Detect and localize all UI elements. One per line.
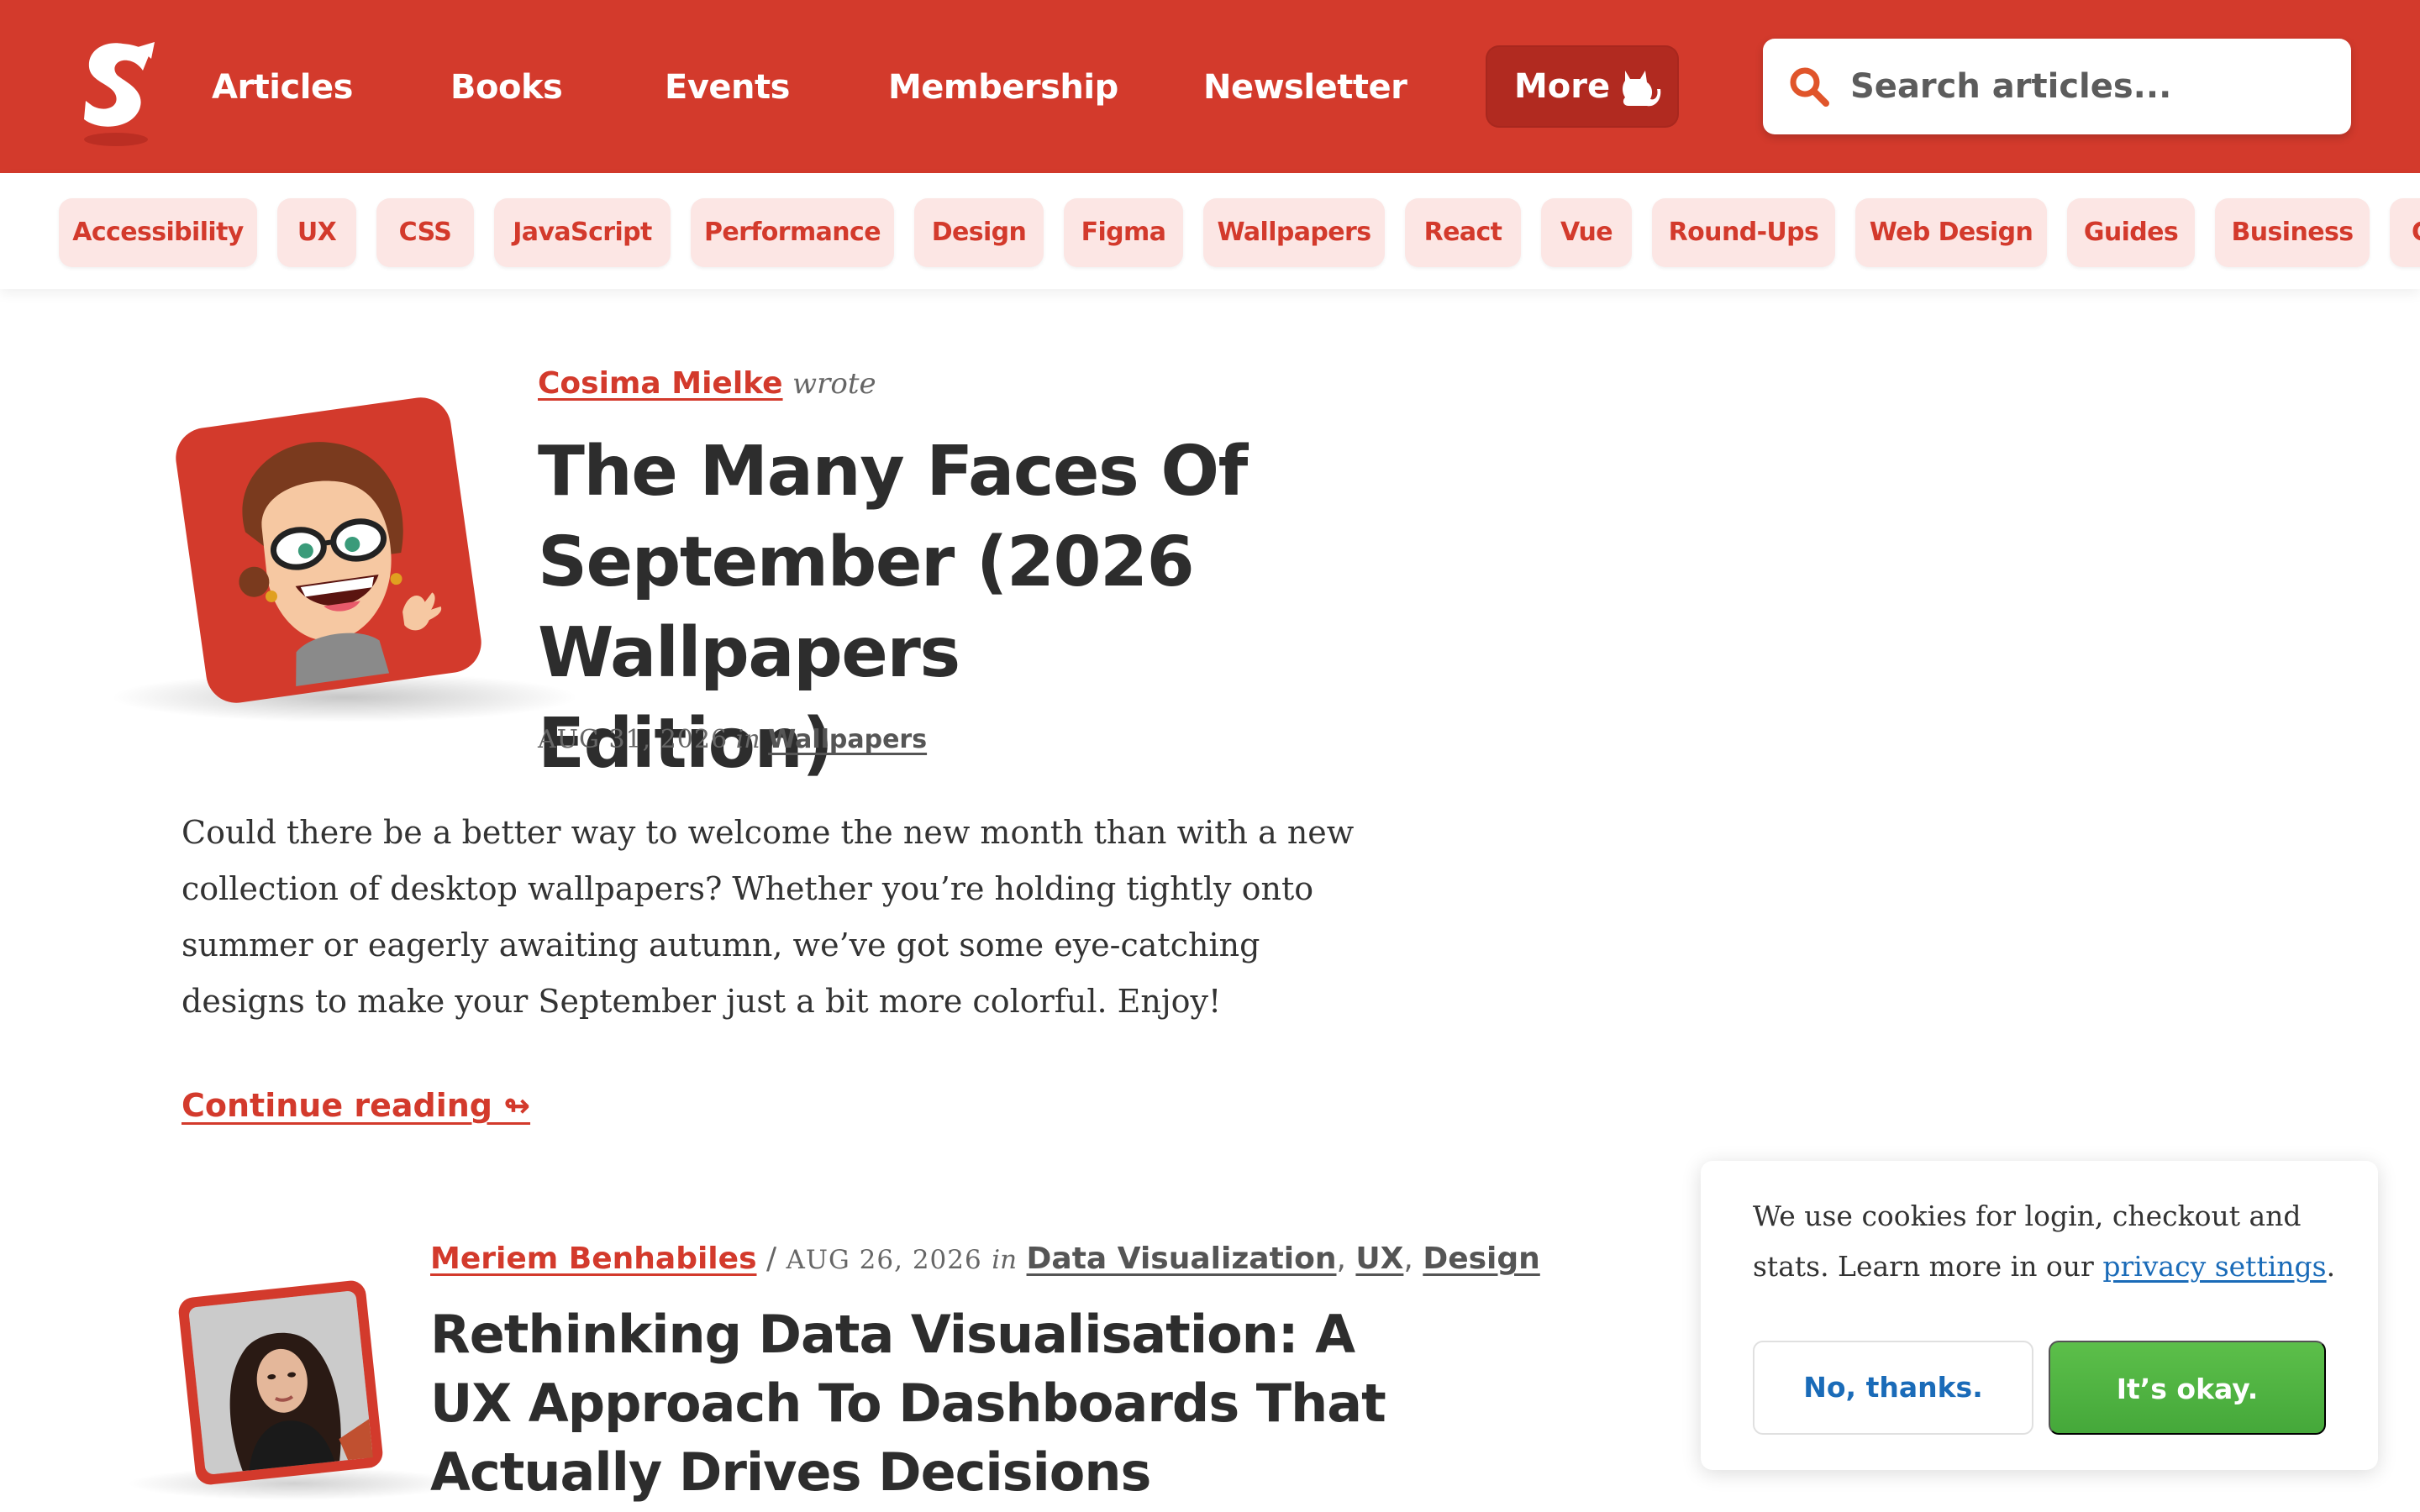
nav-newsletter[interactable]: Newsletter bbox=[1203, 60, 1407, 114]
tag-guides[interactable]: Guides bbox=[2067, 198, 2195, 267]
search-input[interactable] bbox=[1850, 57, 2329, 116]
tag-career[interactable]: Career bbox=[2390, 198, 2420, 267]
byline-separator: / bbox=[765, 1242, 777, 1276]
tag-web-design[interactable]: Web Design bbox=[1855, 198, 2047, 267]
search-box[interactable] bbox=[1763, 39, 2351, 134]
cookie-text-end: . bbox=[2326, 1250, 2336, 1283]
article-date: AUG 31, 2026 bbox=[538, 725, 729, 754]
nav-events[interactable]: Events bbox=[665, 60, 790, 114]
cookie-consent-banner: We use cookies for login, checkout and s… bbox=[1701, 1161, 2378, 1470]
search-icon bbox=[1790, 67, 1829, 107]
decline-cookies-button[interactable]: No, thanks. bbox=[1753, 1341, 2033, 1435]
author-link[interactable]: Cosima Mielke bbox=[538, 366, 783, 401]
tag-business[interactable]: Business bbox=[2215, 198, 2370, 267]
wrote-label: wrote bbox=[792, 367, 876, 401]
author-avatar[interactable] bbox=[173, 395, 484, 706]
category-link-data-visualization[interactable]: Data Visualization bbox=[1027, 1242, 1337, 1276]
nav-books[interactable]: Books bbox=[450, 60, 563, 114]
category-link-ux[interactable]: UX bbox=[1355, 1242, 1403, 1276]
nav-articles[interactable]: Articles bbox=[212, 60, 353, 114]
tag-design[interactable]: Design bbox=[914, 198, 1044, 267]
article-meta: AUG 31, 2026 in Wallpapers bbox=[538, 721, 927, 759]
tag-react[interactable]: React bbox=[1405, 198, 1521, 267]
author-link[interactable]: Meriem Benhabiles bbox=[430, 1242, 757, 1276]
cookie-message: We use cookies for login, checkout and s… bbox=[1753, 1191, 2341, 1292]
tag-vue[interactable]: Vue bbox=[1541, 198, 1632, 267]
privacy-settings-link[interactable]: privacy settings bbox=[2102, 1250, 2326, 1283]
article-date: AUG 26, 2026 bbox=[786, 1245, 982, 1275]
tag-figma[interactable]: Figma bbox=[1064, 198, 1183, 267]
accept-cookies-button[interactable]: It’s okay. bbox=[2049, 1341, 2326, 1435]
in-label: in bbox=[992, 1245, 1018, 1275]
article-excerpt: Could there be a better way to welcome t… bbox=[182, 814, 1355, 1020]
tag-round-ups[interactable]: Round-Ups bbox=[1652, 198, 1835, 267]
tag-performance[interactable]: Performance bbox=[691, 198, 894, 267]
article-title[interactable]: Rethinking Data Visualisation: A UX Appr… bbox=[430, 1300, 1405, 1507]
top-navigation-bar: Articles Books Events Membership Newslet… bbox=[0, 0, 2420, 173]
in-label: in bbox=[735, 725, 760, 754]
tag-ux[interactable]: UX bbox=[277, 198, 356, 267]
comma-separator: , bbox=[1336, 1242, 1346, 1276]
article-byline: Meriem Benhabiles / AUG 26, 2026 in Data… bbox=[430, 1238, 1540, 1280]
more-label: More bbox=[1514, 67, 1611, 106]
nav-membership[interactable]: Membership bbox=[888, 60, 1118, 114]
category-link[interactable]: Wallpapers bbox=[768, 725, 927, 754]
smashing-logo-icon[interactable] bbox=[79, 39, 160, 151]
author-photo[interactable] bbox=[175, 1277, 387, 1488]
article-byline: Cosima Mielke wrote bbox=[538, 365, 876, 403]
cat-icon bbox=[1623, 71, 1661, 107]
category-link-design[interactable]: Design bbox=[1423, 1242, 1539, 1276]
comma-separator: , bbox=[1403, 1242, 1413, 1276]
continue-reading-link[interactable]: Continue reading ↬ bbox=[182, 1084, 530, 1127]
topic-tags-bar: Accessibility UX CSS JavaScript Performa… bbox=[0, 173, 2420, 289]
more-menu-button[interactable]: More bbox=[1486, 45, 1679, 128]
tag-accessibility[interactable]: Accessibility bbox=[59, 198, 257, 267]
tag-javascript[interactable]: JavaScript bbox=[494, 198, 671, 267]
tag-css[interactable]: CSS bbox=[376, 198, 474, 267]
tag-wallpapers[interactable]: Wallpapers bbox=[1203, 198, 1385, 267]
